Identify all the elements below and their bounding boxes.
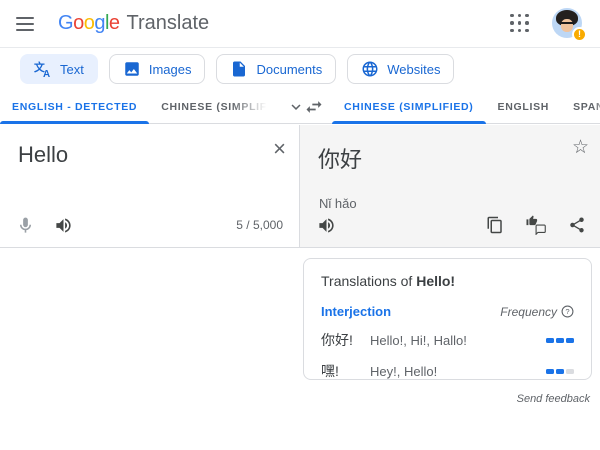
tab-text[interactable]: 文 A Text xyxy=(20,54,98,84)
translation-gloss: Hey!, Hello! xyxy=(370,364,546,379)
frequency-label: Frequency xyxy=(500,305,557,319)
share-icon xyxy=(568,216,586,234)
google-wordmark: Google xyxy=(58,12,120,35)
image-icon xyxy=(123,60,141,78)
title-word: Hello! xyxy=(416,273,455,289)
svg-text:A: A xyxy=(43,69,50,78)
help-circle-icon[interactable]: ? xyxy=(561,305,574,318)
translations-card-title: Translations of Hello! xyxy=(321,273,574,289)
source-lang-english-detected[interactable]: ENGLISH - DETECTED xyxy=(0,90,149,123)
translations-card: Translations of Hello! Interjection Freq… xyxy=(303,258,592,380)
tab-images[interactable]: Images xyxy=(109,54,206,84)
google-translate-logo[interactable]: Google Translate xyxy=(58,12,209,35)
frequency-bars xyxy=(546,338,574,343)
listen-source-button[interactable] xyxy=(51,213,75,237)
thumbs-feedback-icon xyxy=(526,215,546,235)
tab-websites[interactable]: Websites xyxy=(347,54,454,84)
target-lang-english[interactable]: ENGLISH xyxy=(486,90,562,123)
translate-icon: 文 A xyxy=(34,60,52,78)
svg-text:?: ? xyxy=(565,307,569,316)
target-lang-chinese-simplified[interactable]: CHINESE (SIMPLIFIED) xyxy=(332,90,486,123)
app-header: Google Translate ! xyxy=(0,0,600,48)
source-lang-label: ENGLISH - DETECTED xyxy=(12,101,137,113)
hamburger-menu-icon[interactable] xyxy=(16,12,40,36)
translation-panels: Hello × 5 / 5,000 你好 ☆ Nǐ h xyxy=(0,125,600,248)
globe-icon xyxy=(361,60,379,78)
target-lang-spanish[interactable]: SPANISH xyxy=(561,90,600,123)
translation-word: 嘿! xyxy=(321,361,370,381)
source-language-tabs: ENGLISH - DETECTED CHINESE (SIMPLIFIED) xyxy=(0,90,300,123)
account-avatar[interactable]: ! xyxy=(552,8,584,40)
tab-documents-label: Documents xyxy=(256,62,322,77)
translation-row[interactable]: 你好! Hello!, Hi!, Hallo! xyxy=(321,330,574,350)
tab-text-label: Text xyxy=(60,62,84,77)
target-language-tabs: CHINESE (SIMPLIFIED) ENGLISH SPANISH xyxy=(300,90,600,123)
google-apps-icon[interactable] xyxy=(510,14,530,34)
translation-word: 你好! xyxy=(321,330,370,350)
copy-translation-button[interactable] xyxy=(483,213,507,237)
swap-horizontal-icon xyxy=(304,97,324,117)
send-feedback-link[interactable]: Send feedback xyxy=(517,393,590,405)
account-alert-badge: ! xyxy=(572,27,587,42)
product-name: Translate xyxy=(127,12,210,35)
mode-tabs: 文 A Text Images Documents Websites xyxy=(0,48,600,90)
frequency-header: Frequency ? xyxy=(500,305,574,319)
translation-row[interactable]: 嘿! Hey!, Hello! xyxy=(321,361,574,381)
source-text-panel[interactable]: Hello × 5 / 5,000 xyxy=(0,125,300,248)
translated-text: 你好 xyxy=(318,142,362,174)
document-icon xyxy=(230,60,248,78)
transliteration: Nǐ hǎo xyxy=(319,196,357,211)
title-prefix: Translations of xyxy=(321,273,416,289)
translation-gloss: Hello!, Hi!, Hallo! xyxy=(370,333,546,348)
character-count: 5 / 5,000 xyxy=(236,218,283,232)
source-text[interactable]: Hello xyxy=(18,142,68,168)
google-translate-page: Google Translate ! 文 A Text Images xyxy=(0,0,600,450)
frequency-bars xyxy=(546,369,574,374)
microphone-icon xyxy=(16,216,35,235)
tab-websites-label: Websites xyxy=(387,62,440,77)
target-lang-label: ENGLISH xyxy=(498,101,550,113)
swap-languages-button[interactable] xyxy=(300,90,332,123)
listen-translation-button[interactable] xyxy=(314,213,338,237)
source-lang-chinese[interactable]: CHINESE (SIMPLIFIED) xyxy=(149,90,281,123)
save-translation-star-button[interactable]: ☆ xyxy=(572,138,589,157)
tab-documents[interactable]: Documents xyxy=(216,54,336,84)
target-text-panel: 你好 ☆ Nǐ hǎo xyxy=(300,125,600,248)
source-lang-label: CHINESE (SIMPLIFIED) xyxy=(161,101,269,113)
language-bar: ENGLISH - DETECTED CHINESE (SIMPLIFIED) … xyxy=(0,90,600,124)
target-lang-label: CHINESE (SIMPLIFIED) xyxy=(344,101,474,113)
microphone-button[interactable] xyxy=(13,213,37,237)
clear-source-text-button[interactable]: × xyxy=(273,138,286,160)
target-lang-label: SPANISH xyxy=(573,101,600,113)
share-translation-button[interactable] xyxy=(565,213,589,237)
tab-images-label: Images xyxy=(149,62,192,77)
copy-icon xyxy=(486,216,504,234)
speaker-icon xyxy=(54,216,73,235)
speaker-icon xyxy=(317,216,336,235)
part-of-speech-link[interactable]: Interjection xyxy=(321,304,391,319)
rate-translation-button[interactable] xyxy=(524,213,548,237)
